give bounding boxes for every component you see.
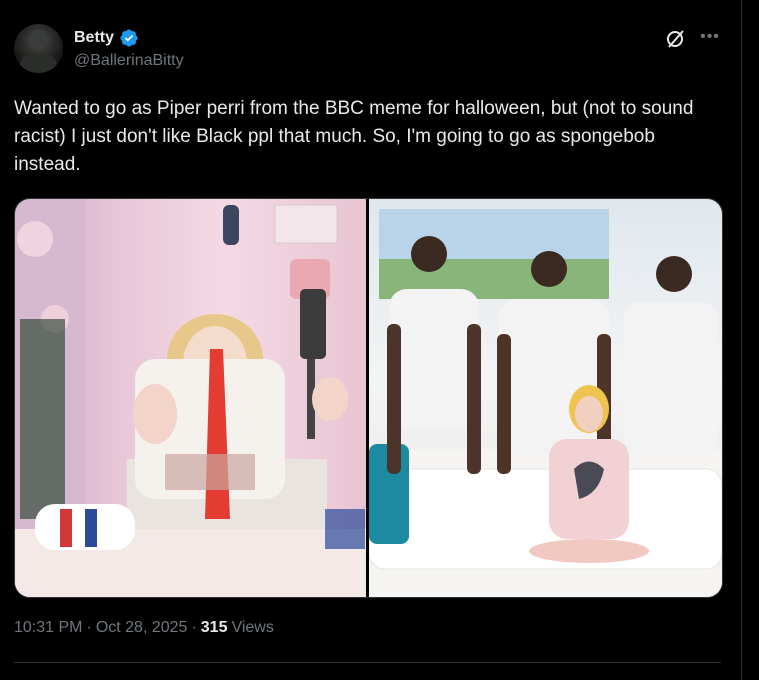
more-icon[interactable]: ••• [698,27,722,51]
author-name[interactable]: Betty [74,29,114,47]
views-count[interactable]: 315 [201,619,228,637]
verified-badge-icon [120,29,138,47]
meta-separator: · [191,619,197,636]
column-divider [741,0,742,680]
author-name-row: Betty [74,28,139,48]
author-handle[interactable]: @BallerinaBitty [74,52,184,70]
avatar[interactable] [14,24,63,73]
meta-divider [14,662,721,663]
media-image-left[interactable] [15,199,366,597]
tweet-text: Wanted to go as Piper perri from the BBC… [14,98,694,175]
meme-photo-illustration [369,209,722,597]
tweet-meta: 10:31 PM · Oct 28, 2025 · 315 Views [14,619,274,637]
tweet-time[interactable]: 10:31 PM [14,619,82,637]
tweet-media[interactable] [14,198,723,598]
cosplay-photo-illustration [15,199,366,597]
media-image-right[interactable] [369,199,722,597]
grok-icon[interactable] [664,27,688,51]
avatar-helmet-shape [28,30,49,46]
meta-separator: · [86,619,92,636]
tweet-date[interactable]: Oct 28, 2025 [96,619,188,637]
avatar-body-shape [20,54,57,73]
views-label: Views [231,619,274,636]
